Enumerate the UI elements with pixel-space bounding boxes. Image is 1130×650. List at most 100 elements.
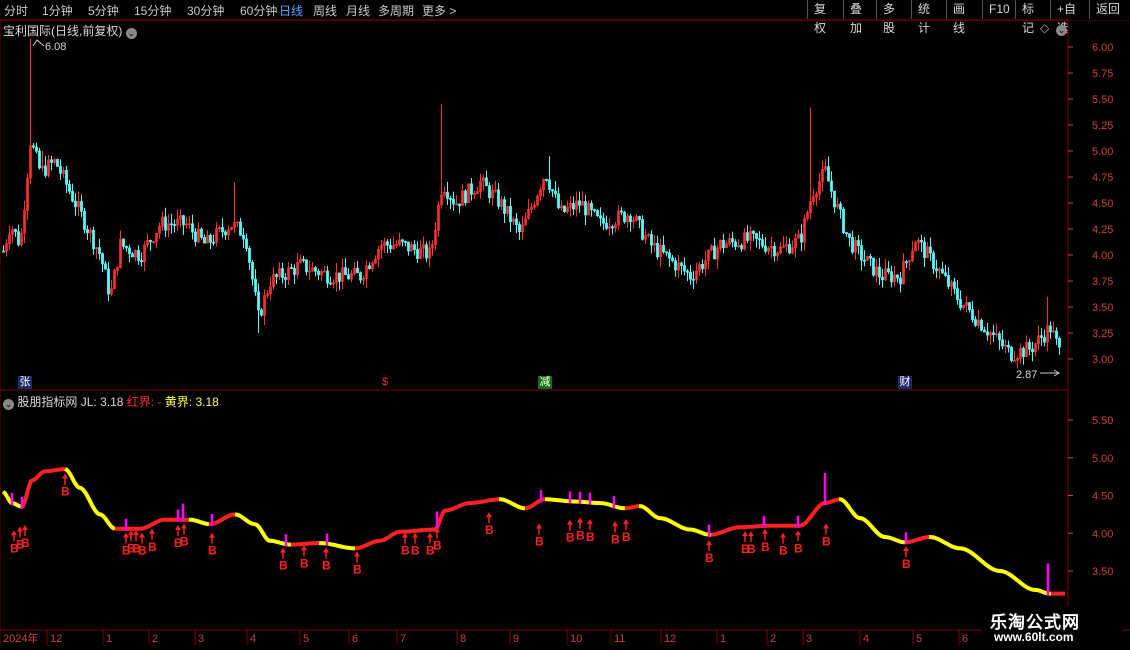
- y-tick-label: 4.50: [1092, 198, 1113, 210]
- candle-body: [1007, 344, 1010, 348]
- candle-body: [497, 189, 500, 207]
- candle-body: [59, 165, 62, 174]
- candle-body: [665, 251, 668, 254]
- candle-body: [968, 302, 971, 311]
- candle-body: [413, 244, 416, 250]
- dropdown-circle-icon[interactable]: ⌄: [3, 399, 14, 410]
- candle-body: [302, 258, 305, 261]
- buy-signal-arrowhead: [139, 532, 145, 538]
- event-marker-equity[interactable]: 张: [18, 376, 32, 389]
- candle-body: [845, 232, 848, 235]
- buy-signal-arrowhead: [301, 545, 307, 551]
- jl-line-segment: [928, 535, 1051, 596]
- candle-body: [584, 201, 587, 216]
- candle-body: [368, 265, 371, 269]
- jl-line-segment: [189, 517, 210, 527]
- buy-signal-arrowhead: [823, 523, 829, 529]
- candle-body: [314, 267, 317, 272]
- y-tick-label: 5.00: [1092, 146, 1113, 158]
- candle-body: [212, 241, 215, 244]
- candle-body: [656, 242, 659, 258]
- candle-body: [851, 237, 854, 253]
- buy-signal-arrowhead: [762, 528, 768, 534]
- candle-body: [401, 239, 404, 242]
- candle-body: [596, 210, 599, 217]
- jl-label: JL:: [80, 395, 97, 409]
- buy-signal-arrowhead: [577, 517, 583, 523]
- candle-body: [149, 240, 152, 243]
- candle-body: [104, 263, 107, 270]
- indicator-y-tick-label: 4.50: [1092, 491, 1113, 503]
- candle-body: [944, 272, 947, 276]
- buy-signal-label: B: [779, 544, 788, 558]
- event-marker-dividend[interactable]: $: [378, 376, 392, 389]
- candle-body: [668, 252, 671, 259]
- candle-body: [65, 170, 68, 185]
- candle-body: [122, 238, 125, 247]
- candle-body: [872, 257, 875, 276]
- candle-body: [773, 246, 776, 257]
- event-marker-reduction[interactable]: 减: [538, 376, 552, 389]
- candle-body: [17, 231, 20, 246]
- candle-body: [629, 215, 632, 223]
- buy-signal-arrowhead: [354, 551, 360, 557]
- candle-body: [641, 219, 644, 240]
- candle-body: [842, 208, 845, 233]
- candle-body: [101, 253, 104, 265]
- candle-body: [83, 210, 86, 231]
- candle-body: [209, 234, 212, 243]
- candle-body: [347, 274, 350, 280]
- jl-line-segment: [710, 497, 840, 537]
- candle-body: [605, 222, 608, 229]
- buy-signal-arrowhead: [22, 525, 28, 531]
- candle-body: [761, 239, 764, 247]
- candle-body: [620, 210, 623, 213]
- buy-signal-label: B: [566, 531, 575, 545]
- jl-line-segment: [234, 512, 292, 547]
- candle-body: [92, 229, 95, 250]
- x-tick-label: 12: [664, 633, 676, 645]
- candle-body: [281, 268, 284, 278]
- x-tick-label: 6: [962, 633, 968, 645]
- candle-body: [896, 274, 899, 279]
- candle-body: [404, 241, 407, 243]
- candle-body: [416, 249, 419, 259]
- y-tick-label: 6.00: [1092, 42, 1113, 54]
- chart-frame: [0, 19, 1069, 631]
- candle-body: [449, 198, 452, 200]
- jl-line-segment: [499, 497, 526, 511]
- candle-body: [602, 217, 605, 224]
- x-tick-label: 3: [806, 633, 812, 645]
- buy-signal-label: B: [761, 540, 770, 554]
- event-marker-finance[interactable]: 财: [898, 376, 912, 389]
- indicator-y-tick-label: 3.50: [1092, 566, 1113, 578]
- candle-body: [1001, 339, 1004, 347]
- candle-body: [590, 202, 593, 211]
- candle-body: [764, 245, 767, 252]
- candle-body: [389, 244, 392, 250]
- candle-body: [290, 267, 293, 269]
- candle-body: [80, 201, 83, 212]
- candle-body: [638, 216, 641, 220]
- buy-signal-label: B: [353, 562, 362, 576]
- y-tick-label: 4.00: [1092, 250, 1113, 262]
- buy-signal-arrowhead: [133, 530, 139, 536]
- yellow-bound-label: 黄界:: [164, 395, 193, 409]
- jl-line-segment: [638, 504, 711, 537]
- candle-body: [578, 200, 581, 206]
- buy-signal-arrowhead: [623, 518, 629, 524]
- candle-body: [170, 223, 173, 226]
- candle-body: [905, 261, 908, 264]
- candle-body: [515, 218, 518, 225]
- buy-signal-label: B: [705, 551, 714, 565]
- candle-body: [623, 211, 626, 223]
- high-marker-label: 6.08: [45, 41, 66, 53]
- jl-value: 3.18: [100, 395, 124, 409]
- x-tick-label: 3: [198, 633, 204, 645]
- buy-signal-arrowhead: [175, 525, 181, 531]
- candle-body: [128, 247, 131, 255]
- candle-body: [35, 146, 38, 152]
- kline-chart[interactable]: 6.00 5.75 5.50 5.25 5.00 4.75 4.50 4.25 4.00 3.75…: [0, 0, 1130, 650]
- candle-body: [758, 238, 761, 240]
- buy-signal-label: B: [148, 540, 157, 554]
